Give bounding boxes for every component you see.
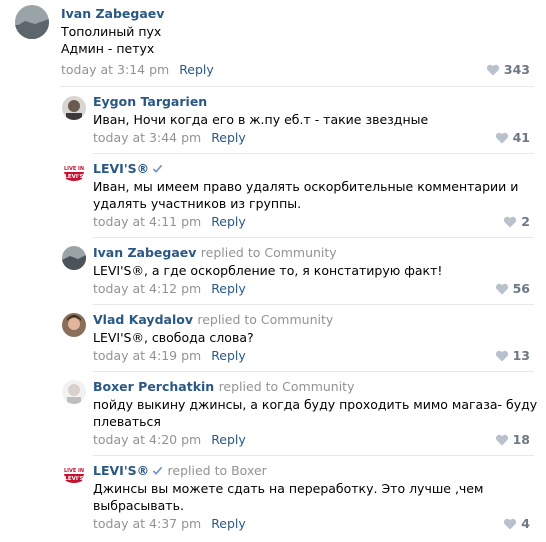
comment-timestamp[interactable]: today at 3:44 pm — [93, 130, 201, 145]
like-button[interactable]: 41 — [495, 130, 530, 145]
replied-to-target[interactable]: Community — [261, 312, 333, 327]
replied-to-label: replied to Community — [200, 245, 337, 260]
comment-text-line: плеваться — [93, 414, 161, 429]
comment-timestamp[interactable]: today at 4:20 pm — [93, 432, 201, 447]
heart-icon — [495, 283, 508, 294]
comment-text-line: LEVI'S®, а где оскорбление то, я констат… — [93, 263, 443, 278]
comment-author-link[interactable]: Ivan Zabegaev — [61, 6, 164, 21]
replied-to-target[interactable]: Community — [282, 379, 354, 394]
comment-timestamp[interactable]: today at 4:37 pm — [93, 516, 201, 531]
comment-text-line: Джинсы вы можете сдать на переработку. Э… — [93, 481, 484, 496]
like-button[interactable]: 56 — [495, 281, 530, 296]
like-count: 343 — [503, 62, 530, 77]
heart-icon — [504, 216, 517, 227]
comment-timestamp[interactable]: today at 4:12 pm — [93, 281, 201, 296]
replied-to-target[interactable]: Community — [264, 245, 336, 260]
replied-to-label: replied to Boxer — [167, 463, 267, 478]
svg-text:LEVI'S: LEVI'S — [64, 476, 83, 482]
heart-icon — [504, 518, 517, 529]
comment-author-link[interactable]: Boxer Perchatkin replied to Community — [93, 379, 355, 394]
like-button[interactable]: 343 — [486, 62, 530, 77]
svg-text:LEVI'S: LEVI'S — [64, 174, 83, 180]
like-count: 18 — [512, 432, 530, 447]
avatar[interactable] — [62, 313, 86, 337]
comment-author-link[interactable]: Vlad Kaydalov replied to Community — [93, 312, 333, 327]
comment-author-link[interactable]: Ivan Zabegaev replied to Community — [93, 245, 337, 260]
reply-button[interactable]: Reply — [211, 432, 246, 447]
svg-text:LIVE IN: LIVE IN — [64, 166, 84, 172]
replied-to-label: replied to Community — [197, 312, 334, 327]
reply-button[interactable]: Reply — [179, 62, 214, 77]
like-count: 13 — [512, 348, 530, 363]
reply-button[interactable]: Reply — [211, 348, 246, 363]
levis-logo-icon[interactable]: LIVE IN LEVI'S — [62, 162, 86, 186]
verified-check-icon — [152, 164, 163, 173]
levis-logo-icon[interactable]: LIVE IN LEVI'S — [62, 464, 86, 488]
reply-button[interactable]: Reply — [211, 214, 246, 229]
reply-button[interactable]: Reply — [211, 130, 246, 145]
like-count: 4 — [521, 516, 530, 531]
reply-button[interactable]: Reply — [211, 281, 246, 296]
comment-text-line: пойду выкину джинсы, а когда буду проход… — [93, 397, 538, 412]
comment-text-line: Админ - петух — [61, 41, 155, 56]
like-button[interactable]: 18 — [495, 432, 530, 447]
comment-text-line: выбрасывать. — [93, 498, 184, 513]
divider — [93, 371, 534, 372]
comment-author-link[interactable]: LEVI'S® — [93, 161, 163, 176]
heart-icon — [486, 64, 499, 75]
replied-to-label: replied to Community — [218, 379, 355, 394]
like-button[interactable]: 2 — [503, 214, 530, 229]
avatar[interactable] — [62, 380, 86, 404]
comment-author-link[interactable]: LEVI'S® replied to Boxer — [93, 463, 267, 478]
divider — [93, 304, 534, 305]
divider — [93, 237, 534, 238]
comment-timestamp[interactable]: today at 4:11 pm — [93, 214, 201, 229]
comment-timestamp[interactable]: today at 4:19 pm — [93, 348, 201, 363]
comment-text-line: Иван, мы имеем право удалять оскорбитель… — [93, 179, 519, 194]
comment-text-line: удалять участников из группы. — [93, 196, 302, 211]
like-count: 2 — [521, 214, 530, 229]
heart-icon — [495, 350, 508, 361]
avatar[interactable] — [15, 5, 49, 39]
comment-text-line: Тополиный пух — [61, 24, 162, 39]
comment-timestamp[interactable]: today at 3:14 pm — [61, 62, 169, 77]
avatar[interactable] — [62, 96, 86, 120]
reply-button[interactable]: Reply — [211, 516, 246, 531]
heart-icon — [495, 434, 508, 445]
svg-text:LIVE IN: LIVE IN — [64, 468, 84, 474]
comment-author-link[interactable]: Eygon Targarien — [93, 94, 207, 109]
like-count: 56 — [512, 281, 530, 296]
like-count: 41 — [512, 130, 530, 145]
comment-text-line: LEVI'S®, свобода слова? — [93, 330, 254, 345]
heart-icon — [495, 132, 508, 143]
divider — [93, 153, 534, 154]
divider — [93, 455, 534, 456]
like-button[interactable]: 4 — [503, 516, 530, 531]
comment-text-line: Иван, Ночи когда его в ж.пу еб.т - такие… — [93, 112, 429, 127]
avatar[interactable] — [62, 246, 86, 270]
divider — [60, 86, 534, 87]
replied-to-target[interactable]: Boxer — [231, 463, 267, 478]
verified-check-icon — [152, 466, 163, 475]
like-button[interactable]: 13 — [495, 348, 530, 363]
